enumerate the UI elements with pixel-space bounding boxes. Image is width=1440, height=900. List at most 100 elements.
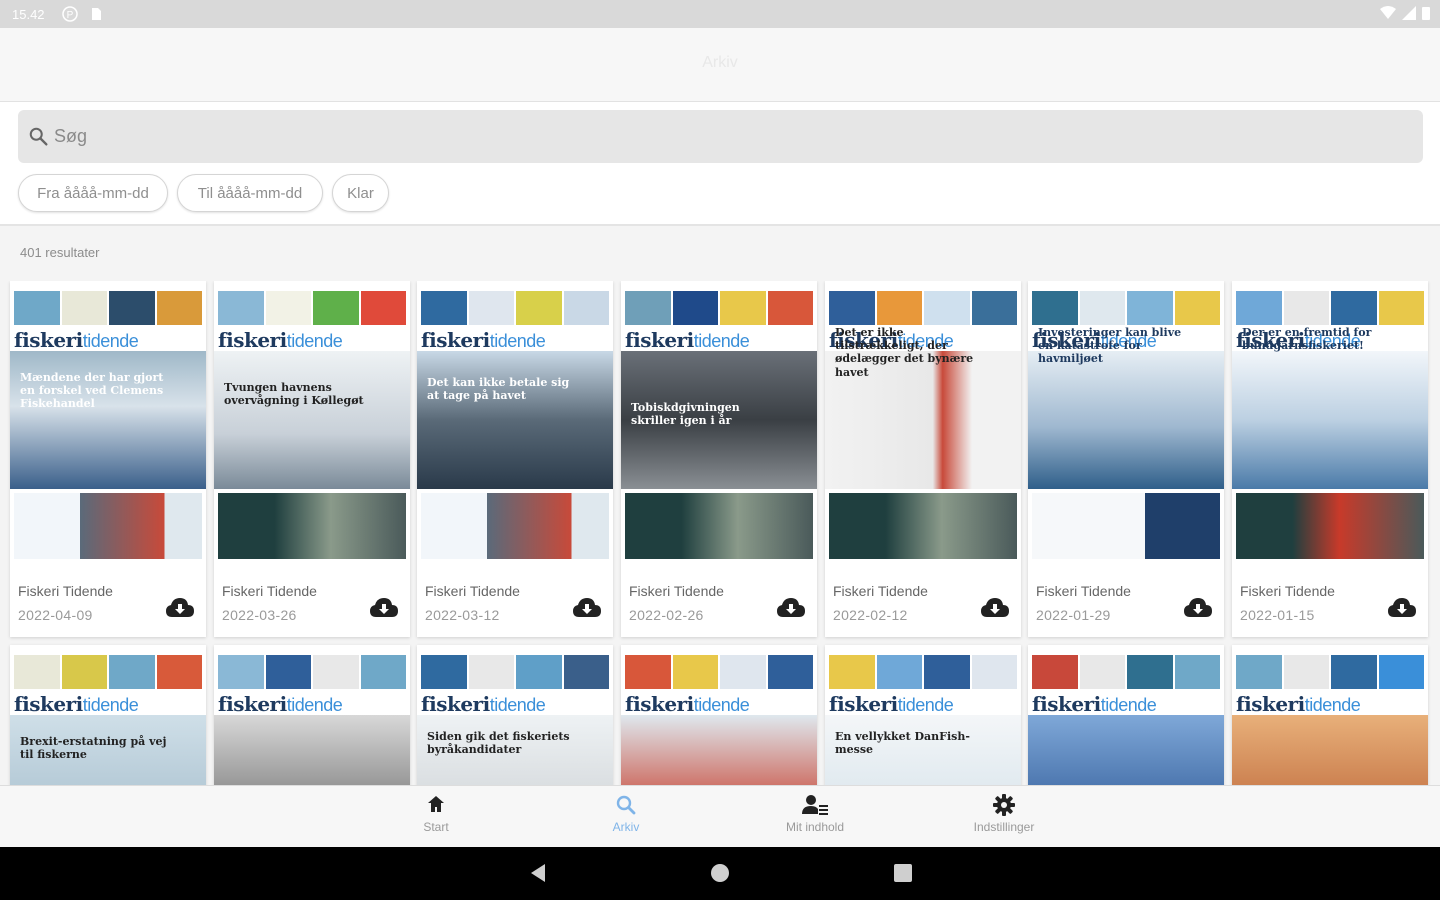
cover-photo bbox=[1028, 715, 1224, 785]
nav-start[interactable]: Start bbox=[376, 794, 496, 834]
issue-cover-image[interactable]: fiskeritidende Der er en fremtid for bund… bbox=[1232, 281, 1428, 571]
masthead-bold: fiskeri bbox=[625, 328, 694, 352]
nav-settings-label: Indstillinger bbox=[973, 820, 1035, 834]
issue-card[interactable]: fiskeritidende Mændene der har gjort en f… bbox=[10, 281, 206, 637]
issue-cover-image[interactable]: fiskeritidende bbox=[621, 645, 817, 785]
masthead-light: tidende bbox=[489, 331, 546, 351]
cover-photo bbox=[1232, 715, 1428, 785]
cover-headline: Det er ikke tilstrækkeligt, der ødelægge… bbox=[835, 326, 974, 379]
issue-card[interactable]: fiskeritidende bbox=[1232, 645, 1428, 785]
issue-card[interactable]: fiskeritidende Det er ikke tilstrækkeligt… bbox=[825, 281, 1021, 637]
nav-my-content[interactable]: Mit indhold bbox=[755, 794, 875, 834]
search-box[interactable] bbox=[18, 110, 1423, 163]
from-date-chip[interactable]: Fra åååå-mm-dd bbox=[18, 174, 168, 212]
cover-teaser-strip bbox=[421, 291, 609, 325]
cover-photo bbox=[1028, 351, 1224, 489]
issue-card[interactable]: fiskeritidende Brexit-erstatning på vej t… bbox=[10, 645, 206, 785]
cover-teaser-strip bbox=[1032, 655, 1220, 689]
issue-cover-image[interactable]: fiskeritidende Investeringer kan blive en… bbox=[1028, 281, 1224, 571]
masthead-light: tidende bbox=[286, 695, 343, 715]
issue-cover-image[interactable]: fiskeritidende Det er ikke tilstrækkeligt… bbox=[825, 281, 1021, 571]
issue-card[interactable]: fiskeritidende Siden gik det fiskeriets b… bbox=[417, 645, 613, 785]
cover-masthead: fiskeritidende bbox=[625, 328, 750, 352]
app-bar: Arkiv bbox=[0, 28, 1440, 102]
notification-icon: P bbox=[62, 6, 78, 22]
cover-advertisement bbox=[218, 493, 406, 559]
cover-masthead: fiskeritidende bbox=[625, 692, 750, 716]
cover-headline: Brexit-erstatning på vej til fiskerne bbox=[20, 735, 167, 762]
masthead-bold: fiskeri bbox=[625, 692, 694, 716]
cover-teaser-strip bbox=[625, 291, 813, 325]
system-nav-bar bbox=[0, 847, 1440, 900]
cover-teaser-strip bbox=[1236, 291, 1424, 325]
clear-chip[interactable]: Klar bbox=[332, 174, 389, 212]
to-date-chip[interactable]: Til åååå-mm-dd bbox=[177, 174, 323, 212]
issue-cover-image[interactable]: fiskeritidende bbox=[1028, 645, 1224, 785]
nav-settings[interactable]: Indstillinger bbox=[944, 794, 1064, 834]
nav-archive[interactable]: Arkiv bbox=[566, 794, 686, 834]
cover-headline: En vellykket DanFish-messe bbox=[835, 730, 970, 757]
issue-card[interactable]: fiskeritidende Tvungen havnens overvågnin… bbox=[214, 281, 410, 637]
search-icon bbox=[616, 795, 636, 815]
download-cloud-icon[interactable] bbox=[166, 597, 194, 619]
svg-text:P: P bbox=[67, 10, 74, 21]
masthead-bold: fiskeri bbox=[1236, 692, 1305, 716]
cover-teaser-strip bbox=[1236, 655, 1424, 689]
back-icon[interactable] bbox=[528, 862, 548, 884]
battery-icon bbox=[1422, 7, 1430, 20]
issue-cover-image[interactable]: fiskeritidende bbox=[1232, 645, 1428, 785]
recents-icon[interactable] bbox=[893, 862, 913, 884]
issue-card[interactable]: fiskeritidende Tobiskdgivningen skriller … bbox=[621, 281, 817, 637]
page-title: Arkiv bbox=[702, 54, 738, 71]
masthead-light: tidende bbox=[897, 695, 954, 715]
cover-advertisement bbox=[1236, 493, 1424, 559]
masthead-light: tidende bbox=[489, 695, 546, 715]
home-icon bbox=[428, 796, 444, 812]
download-cloud-icon[interactable] bbox=[573, 597, 601, 619]
cover-masthead: fiskeritidende bbox=[1032, 692, 1157, 716]
issue-cover-image[interactable]: fiskeritidende Mændene der har gjort en f… bbox=[10, 281, 206, 571]
cell-signal-icon bbox=[1402, 6, 1416, 20]
issue-cover-image[interactable]: fiskeritidende Brexit-erstatning på vej t… bbox=[10, 645, 206, 785]
cover-headline: Det kan ikke betale sig at tage på havet bbox=[427, 376, 570, 403]
cover-teaser-strip bbox=[218, 655, 406, 689]
issue-cover-image[interactable]: fiskeritidende Siden gik det fiskeriets b… bbox=[417, 645, 613, 785]
issue-cover-image[interactable]: fiskeritidende Det kan ikke betale sig at… bbox=[417, 281, 613, 571]
issue-card[interactable]: fiskeritidende En vellykket DanFish-messe bbox=[825, 645, 1021, 785]
issue-cover-image[interactable]: fiskeritidende Tvungen havnens overvågnin… bbox=[214, 281, 410, 571]
cover-masthead: fiskeritidende bbox=[421, 692, 546, 716]
download-cloud-icon[interactable] bbox=[1184, 597, 1212, 619]
issue-cover-image[interactable]: fiskeritidende En vellykket DanFish-messe bbox=[825, 645, 1021, 785]
issue-cover-image[interactable]: fiskeritidende Tobiskdgivningen skriller … bbox=[621, 281, 817, 571]
nav-start-label: Start bbox=[423, 820, 449, 834]
search-area: Fra åååå-mm-dd Til åååå-mm-dd Klar bbox=[0, 102, 1440, 226]
home-button-icon[interactable] bbox=[710, 862, 730, 884]
download-cloud-icon[interactable] bbox=[370, 597, 398, 619]
cover-photo bbox=[1232, 351, 1428, 489]
masthead-bold: fiskeri bbox=[1032, 692, 1101, 716]
masthead-light: tidende bbox=[1304, 695, 1361, 715]
download-cloud-icon[interactable] bbox=[981, 597, 1009, 619]
issue-card[interactable]: fiskeritidende bbox=[214, 645, 410, 785]
masthead-light: tidende bbox=[286, 331, 343, 351]
status-time: 15.42 bbox=[12, 7, 45, 22]
masthead-light: tidende bbox=[1100, 695, 1157, 715]
issue-card[interactable]: fiskeritidende Der er en fremtid for bund… bbox=[1232, 281, 1428, 637]
cover-advertisement bbox=[625, 493, 813, 559]
issue-card[interactable]: fiskeritidende bbox=[621, 645, 817, 785]
issue-cover-image[interactable]: fiskeritidende bbox=[214, 645, 410, 785]
wifi-icon bbox=[1380, 6, 1396, 19]
issue-card[interactable]: fiskeritidende bbox=[1028, 645, 1224, 785]
cover-teaser-strip bbox=[1032, 291, 1220, 325]
cover-photo bbox=[417, 351, 613, 489]
status-bar: 15.42 P bbox=[0, 0, 1440, 28]
cover-headline: Tobiskdgivningen skriller igen i år bbox=[631, 401, 740, 428]
cover-teaser-strip bbox=[421, 655, 609, 689]
download-cloud-icon[interactable] bbox=[777, 597, 805, 619]
search-input[interactable] bbox=[54, 126, 654, 147]
cover-advertisement bbox=[14, 493, 202, 559]
issue-card[interactable]: fiskeritidende Det kan ikke betale sig at… bbox=[417, 281, 613, 637]
status-indicators bbox=[1380, 6, 1430, 20]
download-cloud-icon[interactable] bbox=[1388, 597, 1416, 619]
issue-card[interactable]: fiskeritidende Investeringer kan blive en… bbox=[1028, 281, 1224, 637]
